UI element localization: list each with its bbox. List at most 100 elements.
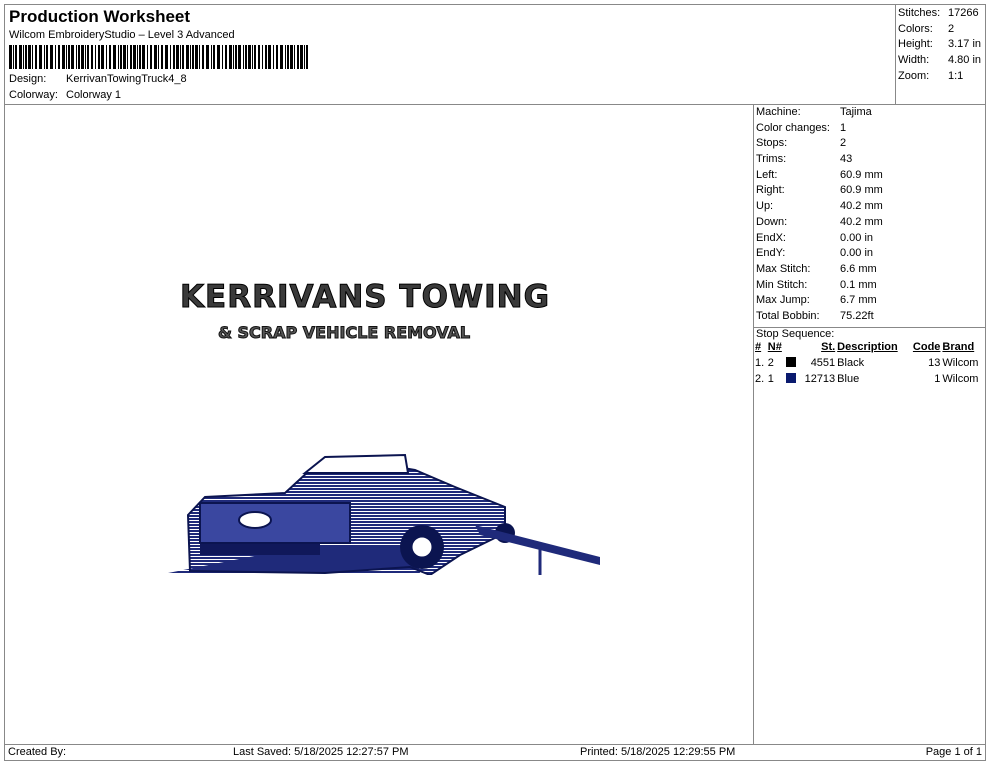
column-header: Code xyxy=(912,341,941,354)
created-by: Created By: xyxy=(8,746,67,758)
info-row-label: Up: xyxy=(756,200,774,213)
machine-info-panel: Machine: Tajima Color changes: 1 Stops: 2 Trim… xyxy=(753,104,986,745)
info-row-value: 60.9 mm xyxy=(840,168,883,181)
info-row-label: Right: xyxy=(756,184,785,197)
info-row-value: 2 xyxy=(840,137,847,150)
stat-row-value: 1:1 xyxy=(948,69,964,82)
stat-row-value: 17266 xyxy=(948,7,979,19)
color-code: 13 xyxy=(928,357,941,370)
stat-row-value: 3.17 in xyxy=(948,38,982,51)
colorway: Colorway: Colorway 1 xyxy=(9,89,121,101)
info-row: Min Stitch: 0.1 mm xyxy=(756,278,983,294)
info-row-value: 0.00 in xyxy=(840,231,874,244)
info-row: Left: 60.9 mm xyxy=(756,168,983,184)
info-row: Max Stitch: 6.6 mm xyxy=(756,262,983,278)
page-title: Production Worksheet xyxy=(9,7,191,26)
stop-sequence-title: Stop Sequence: xyxy=(756,327,835,340)
software-name: Wilcom EmbroideryStudio – Level 3 Advanc… xyxy=(9,29,235,41)
info-row-value: 1 xyxy=(840,121,847,134)
color-code: 1 xyxy=(934,372,941,385)
info-row-value: 43 xyxy=(840,153,853,166)
info-row-label: Stops: xyxy=(756,137,788,150)
info-row-value: 6.6 mm xyxy=(840,262,877,275)
stitch-count: 4551 xyxy=(810,357,836,370)
info-row: Max Jump: 6.7 mm xyxy=(756,293,983,309)
info-row-value: Tajima xyxy=(840,106,872,118)
info-row: Right: 60.9 mm xyxy=(756,183,983,199)
stitch-count: 12713 xyxy=(804,372,836,385)
brand: Wilcom xyxy=(942,357,979,370)
design-label: Design: xyxy=(9,73,47,85)
design-preview: KERRIVANS TOWING & SCRAP VEHICLE REMOVAL xyxy=(4,104,754,745)
info-row-value: 40.2 mm xyxy=(840,215,883,228)
info-row-label: Max Jump: xyxy=(756,294,810,307)
info-row: Up: 40.2 mm xyxy=(756,199,983,215)
brand: Wilcom xyxy=(942,372,979,385)
info-row-value: 0.1 mm xyxy=(840,278,877,291)
needle-number: 1 xyxy=(767,372,774,385)
info-row-value: 75.22ft xyxy=(840,309,874,322)
stat-row-value: 2 xyxy=(948,22,955,35)
color-description: Blue xyxy=(837,372,860,385)
info-row-label: Total Bobbin: xyxy=(756,309,820,322)
info-row: Stops: 2 xyxy=(756,136,983,152)
embroidery-design: KERRIVANS TOWING & SCRAP VEHICLE REMOVAL xyxy=(160,275,610,575)
info-row-label: Left: xyxy=(756,168,778,181)
design-value: KerrivanTowingTruck4_8 xyxy=(66,73,187,85)
info-row-label: Down: xyxy=(756,215,788,228)
info-row-value: 6.7 mm xyxy=(840,294,877,307)
stop-sequence-table: # N# St. Description Code Brand 1. 2 4551 Black 1… xyxy=(754,340,985,387)
worksheet-header: Production Worksheet Wilcom EmbroiderySt… xyxy=(4,4,896,105)
info-row: Color changes: 1 xyxy=(756,121,983,137)
stat-row: Height: 3.17 in xyxy=(898,37,983,53)
info-row-label: Color changes: xyxy=(756,121,830,134)
barcode xyxy=(9,45,309,69)
info-row: Trims: 43 xyxy=(756,152,983,168)
design-stats: Stitches: 17266 Colors: 2 Height: 3.17 in Widt… xyxy=(895,4,986,105)
stop-index: 1. xyxy=(755,357,765,370)
info-row-value: 0.00 in xyxy=(840,247,874,260)
printed-date: Printed: 5/18/2025 12:29:55 PM xyxy=(580,746,736,758)
design-name: Design: KerrivanTowingTruck4_8 xyxy=(9,73,187,85)
stat-row: Stitches: 17266 xyxy=(898,6,983,22)
table-row: 1. 2 4551 Black 13 Wilcom xyxy=(754,355,985,371)
needle-number: 2 xyxy=(767,357,774,370)
info-row-label: Machine: xyxy=(756,106,801,118)
colorway-label: Colorway: xyxy=(9,89,58,101)
stat-row-label: Stitches: xyxy=(898,7,941,19)
stat-row-label: Width: xyxy=(898,54,930,67)
stat-row-label: Height: xyxy=(898,38,933,51)
column-header: # xyxy=(755,341,762,354)
info-row-label: Max Stitch: xyxy=(756,262,811,275)
info-row-value: 40.2 mm xyxy=(840,200,883,213)
stat-row-value: 4.80 in xyxy=(948,54,982,67)
worksheet-footer: Created By: Last Saved: 5/18/2025 12:27:… xyxy=(4,744,986,761)
page-number: Page 1 of 1 xyxy=(925,746,982,758)
info-row: Machine: Tajima xyxy=(756,105,983,121)
colorway-value: Colorway 1 xyxy=(66,89,122,101)
info-row: Down: 40.2 mm xyxy=(756,215,983,231)
stat-row-label: Zoom: xyxy=(898,69,930,82)
info-row: EndX: 0.00 in xyxy=(756,231,983,247)
column-header: N# xyxy=(767,341,782,354)
stat-row: Zoom: 1:1 xyxy=(898,69,983,85)
stat-row: Colors: 2 xyxy=(898,22,983,38)
color-description: Black xyxy=(837,357,865,370)
info-row-label: Trims: xyxy=(756,153,787,166)
table-row: 2. 1 12713 Blue 1 Wilcom xyxy=(754,371,985,387)
info-row-label: EndY: xyxy=(756,247,786,260)
stat-row: Width: 4.80 in xyxy=(898,53,983,69)
info-row: EndY: 0.00 in xyxy=(756,246,983,262)
info-row: Total Bobbin: 75.22ft xyxy=(756,309,983,325)
stop-index: 2. xyxy=(755,372,765,385)
info-row-value: 60.9 mm xyxy=(840,184,883,197)
swatch-header xyxy=(785,340,799,356)
info-row-label: Min Stitch: xyxy=(756,278,808,291)
last-saved: Last Saved: 5/18/2025 12:27:57 PM xyxy=(233,746,409,758)
color-swatch xyxy=(786,357,797,368)
color-swatch xyxy=(786,372,797,383)
column-header: St. xyxy=(821,341,836,354)
tow-truck-image xyxy=(168,453,600,575)
column-header: Brand xyxy=(942,341,975,354)
info-row-label: EndX: xyxy=(756,231,786,244)
